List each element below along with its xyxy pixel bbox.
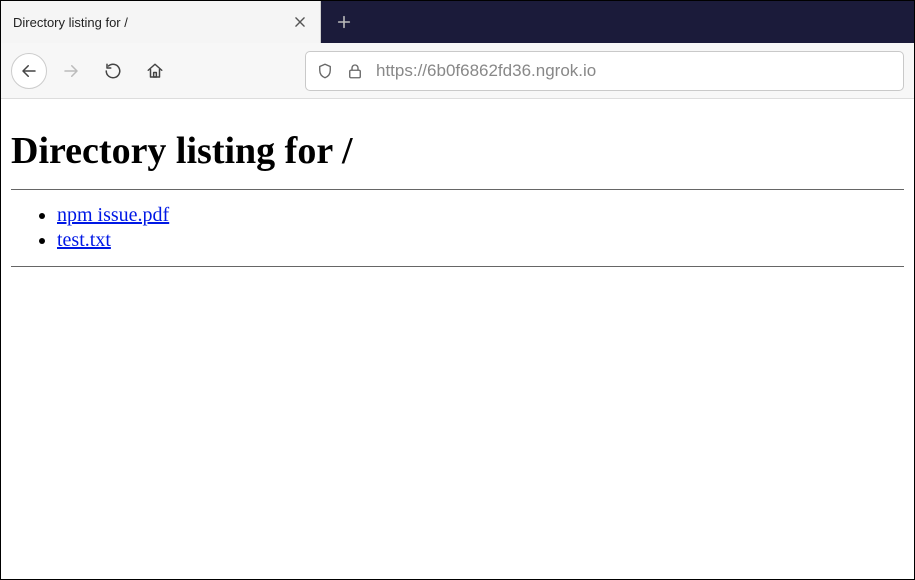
file-link[interactable]: test.txt	[57, 229, 111, 251]
page-viewport: Directory listing for / npm issue.pdf tes…	[1, 99, 914, 579]
file-link[interactable]: npm issue.pdf	[57, 204, 169, 226]
list-item: test.txt	[57, 229, 904, 252]
forward-button[interactable]	[53, 53, 89, 89]
tab-strip: Directory listing for /	[1, 1, 914, 43]
divider-top	[11, 189, 904, 190]
new-tab-button[interactable]	[321, 1, 367, 43]
list-item: npm issue.pdf	[57, 204, 904, 227]
url-host: 6b0f6862fd36.ngrok.io	[427, 61, 596, 80]
back-button[interactable]	[11, 53, 47, 89]
file-list: npm issue.pdf test.txt	[11, 204, 904, 252]
nav-toolbar: https://6b0f6862fd36.ngrok.io	[1, 43, 914, 99]
tabstrip-background	[367, 1, 914, 43]
page-title: Directory listing for /	[11, 129, 904, 173]
close-tab-icon[interactable]	[290, 12, 310, 32]
tab-title: Directory listing for /	[13, 15, 282, 30]
divider-bottom	[11, 266, 904, 267]
url-protocol: https://	[376, 61, 427, 80]
url-bar[interactable]: https://6b0f6862fd36.ngrok.io	[305, 51, 904, 91]
tab-active[interactable]: Directory listing for /	[1, 1, 321, 43]
shield-icon[interactable]	[316, 62, 334, 80]
url-text[interactable]: https://6b0f6862fd36.ngrok.io	[376, 61, 893, 81]
lock-icon[interactable]	[346, 62, 364, 80]
reload-button[interactable]	[95, 53, 131, 89]
home-button[interactable]	[137, 53, 173, 89]
